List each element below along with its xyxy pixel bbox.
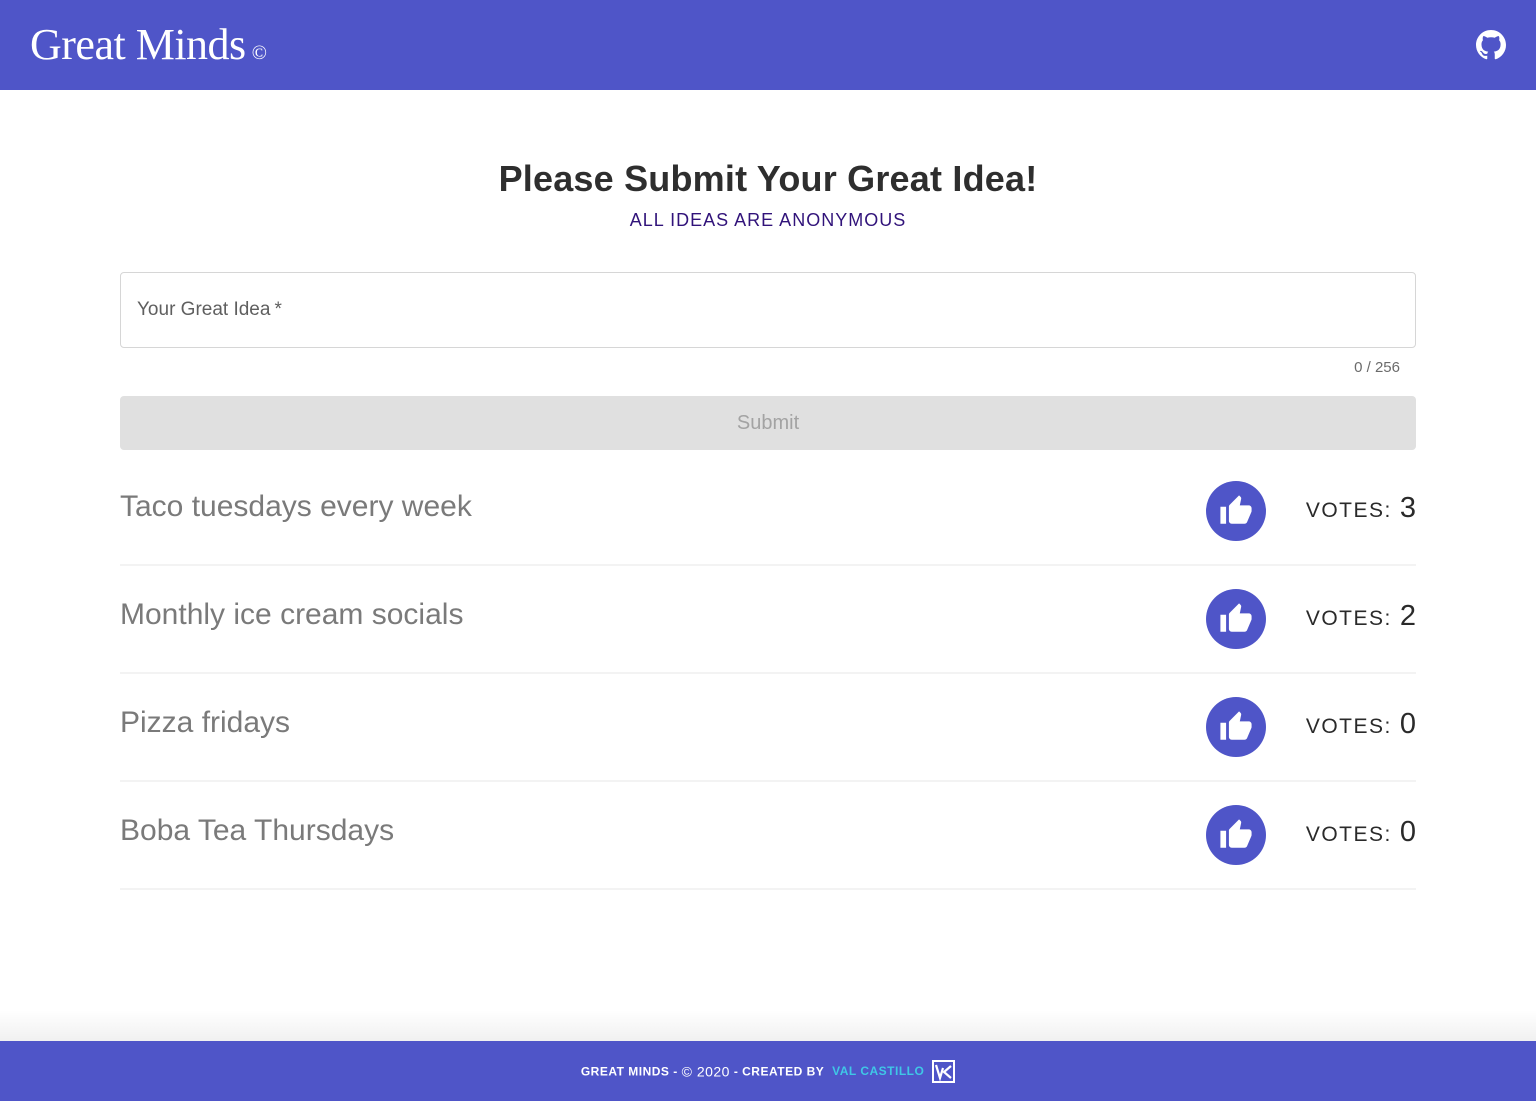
footer-text: GREAT MINDS - © 2020 - CREATED BY VAL CA… [580, 1059, 956, 1083]
app-header: Great Minds © [0, 0, 1536, 90]
votes-label: VOTES: [1305, 499, 1392, 522]
votes-label: VOTES: [1305, 715, 1392, 738]
github-link[interactable] [1476, 30, 1506, 60]
idea-input-label: Your Great Idea [137, 299, 271, 320]
brand-title[interactable]: Great Minds [30, 23, 246, 67]
upvote-button[interactable] [1206, 697, 1266, 757]
char-counter: 0 / 256 [1354, 359, 1400, 376]
votes-number: 3 [1399, 492, 1416, 524]
votes-number: 0 [1399, 816, 1416, 848]
submit-button[interactable]: Submit [120, 396, 1416, 450]
brand[interactable]: Great Minds © [30, 23, 267, 67]
votes-number: 0 [1399, 708, 1416, 740]
upvote-button[interactable] [1206, 805, 1266, 865]
thumbs-up-icon [1220, 495, 1252, 524]
upvote-button[interactable] [1206, 589, 1266, 649]
github-icon [1476, 30, 1506, 60]
vote-count: VOTES: 2 [1306, 600, 1416, 633]
copyright-mark: © [251, 42, 267, 64]
footer-brand: GREAT MINDS - [580, 1064, 678, 1078]
footer-year: © 2020 [681, 1063, 730, 1079]
vc-logo-icon[interactable] [932, 1059, 956, 1083]
votes-label: VOTES: [1305, 823, 1392, 846]
page-subtitle: ALL IDEAS ARE ANONYMOUS [629, 210, 907, 230]
votes-label: VOTES: [1305, 607, 1392, 630]
vote-count: VOTES: 0 [1306, 816, 1416, 849]
idea-row: Taco tuesdays every week VOTES: 3 [120, 458, 1416, 566]
app-footer: GREAT MINDS - © 2020 - CREATED BY VAL CA… [0, 1041, 1536, 1101]
page-title: Please Submit Your Great Idea! [498, 158, 1038, 199]
thumbs-up-icon [1220, 819, 1252, 848]
vote-count: VOTES: 0 [1306, 708, 1416, 741]
idea-row: Monthly ice cream socials VOTES: 2 [120, 566, 1416, 674]
vote-count: VOTES: 3 [1306, 492, 1416, 525]
idea-list: Taco tuesdays every week VOTES: 3 Monthl… [120, 458, 1416, 890]
idea-row: Pizza fridays VOTES: 0 [120, 674, 1416, 782]
page: Great Minds © Please Submit Your Great I… [0, 0, 1536, 1101]
upvote-button[interactable] [1206, 481, 1266, 541]
required-mark: * [274, 299, 282, 320]
idea-row: Boba Tea Thursdays VOTES: 0 [120, 782, 1416, 890]
idea-input[interactable]: Your Great Idea * [120, 272, 1416, 348]
heading-block: Please Submit Your Great Idea! ALL IDEAS… [120, 90, 1416, 231]
thumbs-up-icon [1220, 711, 1252, 740]
main-content: Please Submit Your Great Idea! ALL IDEAS… [120, 90, 1416, 890]
thumbs-up-icon [1220, 603, 1252, 632]
author-link[interactable]: VAL CASTILLO [832, 1064, 924, 1078]
footer-created-by: - CREATED BY [733, 1064, 825, 1078]
footer-shadow [0, 1010, 1536, 1041]
votes-number: 2 [1399, 600, 1416, 632]
